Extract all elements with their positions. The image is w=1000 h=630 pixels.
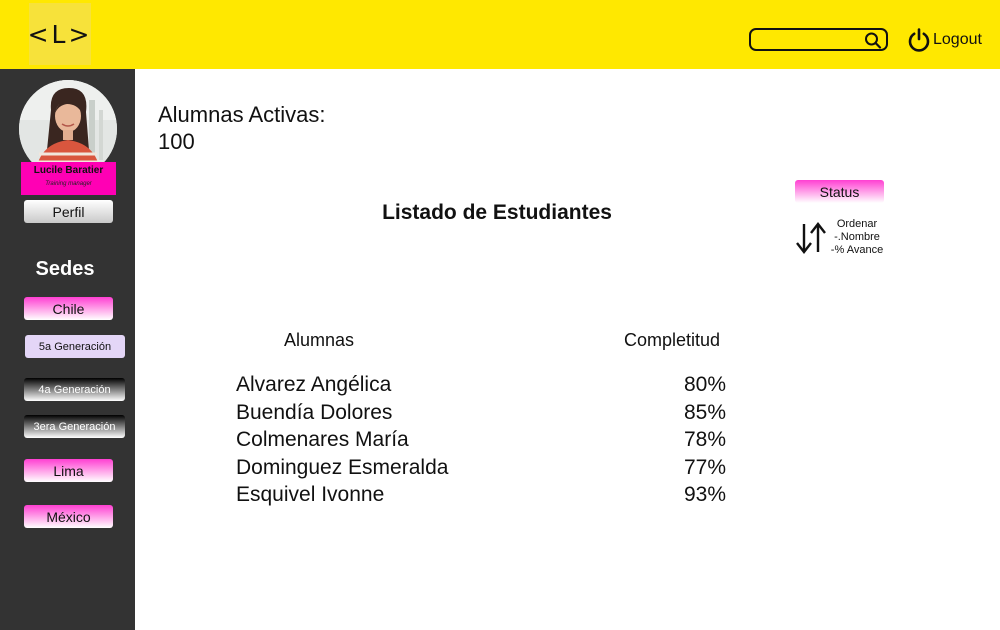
column-header-completion: Completitud	[624, 330, 721, 350]
sort-arrows-icon[interactable]	[795, 221, 828, 255]
sidebar-item-lima[interactable]: Lima	[24, 459, 113, 482]
student-name[interactable]: Colmenares María	[236, 426, 448, 454]
logo[interactable]: <L>	[28, 3, 91, 65]
sidebar-item-4a-generacion[interactable]: 4a Generación	[24, 378, 125, 401]
sort-title: Ordenar	[836, 218, 878, 230]
profile-namecard: Lucile Baratier Training manager	[21, 162, 116, 195]
logout-label: Logout	[933, 31, 982, 48]
student-completion: 93%	[683, 483, 726, 506]
sort-option-progress[interactable]: -% Avance	[827, 244, 887, 257]
page-title: Listado de Estudiantes	[382, 201, 612, 224]
student-completion: 77%	[683, 455, 726, 479]
sidebar-item-chile[interactable]: Chile	[24, 297, 113, 320]
power-icon	[908, 28, 930, 52]
sort-options[interactable]: Ordenar -.Nombre -% Avance	[827, 218, 887, 257]
student-completion-list: 80% 85% 78% 77% 93%	[650, 371, 726, 509]
search-input[interactable]	[757, 32, 861, 50]
search-box[interactable]	[749, 28, 888, 51]
sort-option-name[interactable]: -.Nombre	[827, 231, 887, 244]
sidebar-item-3era-generacion[interactable]: 3era Generación	[24, 415, 125, 438]
sidebar-item-mexico[interactable]: México	[24, 505, 113, 528]
status-button[interactable]: Status	[795, 180, 884, 203]
sidebar: Lucile Baratier Training manager Perfil …	[0, 69, 135, 630]
sidebar-item-5a-generacion[interactable]: 5a Generación	[25, 335, 125, 358]
student-name[interactable]: Dominguez Esmeralda	[236, 454, 448, 482]
sedes-heading: Sedes	[35, 258, 95, 280]
profile-role: Training manager	[45, 181, 92, 187]
profile-name: Lucile Baratier	[33, 165, 104, 176]
student-completion: 78%	[683, 428, 726, 451]
profile-button[interactable]: Perfil	[24, 200, 113, 223]
logout-button[interactable]: Logout	[906, 27, 982, 53]
student-name[interactable]: Buendía Dolores	[236, 399, 448, 427]
search-icon[interactable]	[863, 31, 883, 49]
column-header-students: Alumnas	[284, 330, 355, 350]
active-students-count: 100	[158, 129, 195, 154]
student-name[interactable]: Esquivel Ivonne	[236, 481, 448, 509]
student-name[interactable]: Alvarez Angélica	[236, 371, 448, 399]
top-header: <L> Logout	[0, 0, 1000, 69]
student-completion: 80%	[683, 373, 726, 396]
active-students-label: Alumnas Activas:	[158, 102, 326, 127]
student-completion: 85%	[683, 400, 726, 424]
student-name-list: Alvarez Angélica Buendía Dolores Colmena…	[236, 371, 448, 509]
